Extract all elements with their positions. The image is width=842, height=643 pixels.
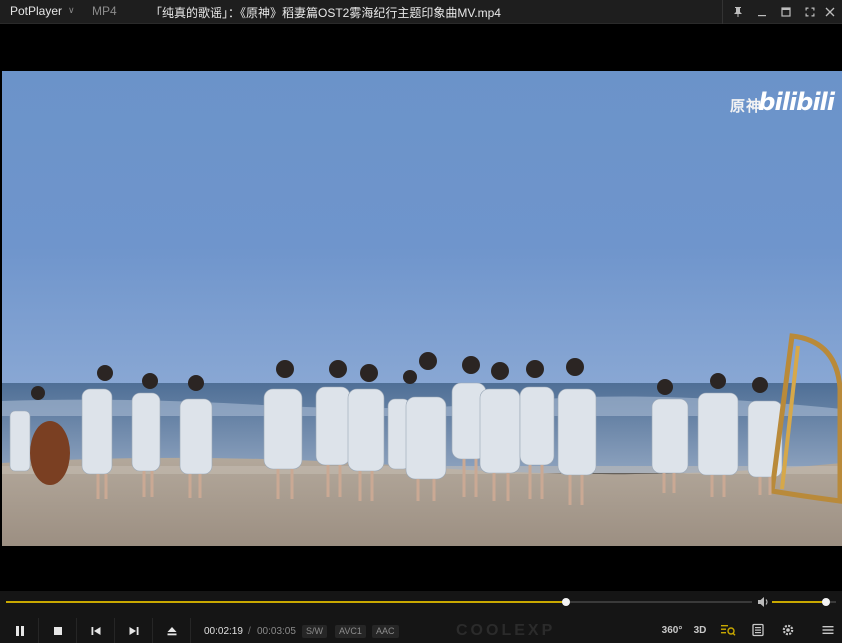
chapter-icon (752, 623, 764, 637)
video-frame[interactable]: 原神 bilibili (2, 71, 842, 546)
bilibili-logo: bilibili (758, 88, 835, 116)
minimize-icon[interactable] (750, 0, 774, 24)
skip-back-icon (91, 626, 100, 635)
pause-button[interactable] (1, 618, 39, 643)
pin-icon[interactable] (726, 0, 750, 24)
current-time[interactable]: 00:02:19 (204, 626, 243, 637)
previous-button[interactable] (77, 618, 115, 643)
volume-handle[interactable] (822, 598, 830, 606)
total-time[interactable]: 00:03:05 (257, 626, 296, 637)
audio-codec-badge[interactable]: AAC (372, 625, 399, 638)
volume-icon[interactable] (756, 595, 770, 609)
decoder-badge[interactable]: S/W (302, 625, 327, 638)
3d-button[interactable]: 3D (690, 621, 710, 639)
time-separator: / (248, 626, 251, 637)
app-menu-button[interactable]: PotPlayer (10, 4, 62, 18)
next-button[interactable] (115, 618, 153, 643)
seek-handle[interactable] (562, 598, 570, 606)
seek-bar-remaining[interactable] (566, 601, 752, 603)
stop-button[interactable] (39, 618, 77, 643)
title-bar: PotPlayer ∨ MP4 「纯真的歌谣」：《原神》稻妻篇OST2雾海纪行主… (0, 0, 842, 24)
close-icon[interactable] (818, 0, 842, 24)
eject-icon (167, 626, 176, 635)
video-codec-badge[interactable]: AVC1 (335, 625, 366, 638)
divider (722, 0, 723, 24)
file-title: 「纯真的歌谣」：《原神》稻妻篇OST2雾海纪行主题印象曲MV.mp4 (150, 6, 501, 20)
genshin-watermark: 原神 (729, 98, 762, 115)
video-scene (2, 71, 842, 546)
pause-icon (15, 625, 24, 636)
open-file-button[interactable] (153, 618, 191, 643)
settings-button[interactable] (778, 621, 798, 639)
seek-bar-filled[interactable] (6, 601, 566, 603)
hamburger-menu-icon (822, 626, 834, 634)
playlist-search-button[interactable] (718, 621, 738, 639)
brand-watermark: COOLEXP (456, 622, 556, 639)
playlist-search-icon (721, 625, 736, 636)
video-area[interactable]: 原神 bilibili (0, 25, 842, 591)
maximize-icon[interactable] (774, 0, 798, 24)
stop-icon (53, 626, 62, 635)
chevron-down-icon[interactable]: ∨ (68, 5, 75, 16)
skip-forward-icon (129, 626, 138, 635)
chapters-button[interactable] (748, 621, 768, 639)
control-bar: 00:02:19 / 00:03:05 S/W AVC1 AAC COOLEXP… (0, 591, 842, 643)
volume-bar-filled[interactable] (772, 601, 826, 603)
menu-button[interactable] (818, 621, 838, 639)
format-label: MP4 (92, 4, 117, 18)
gear-icon (782, 624, 794, 636)
vr-360-button[interactable]: 360° (660, 621, 684, 639)
